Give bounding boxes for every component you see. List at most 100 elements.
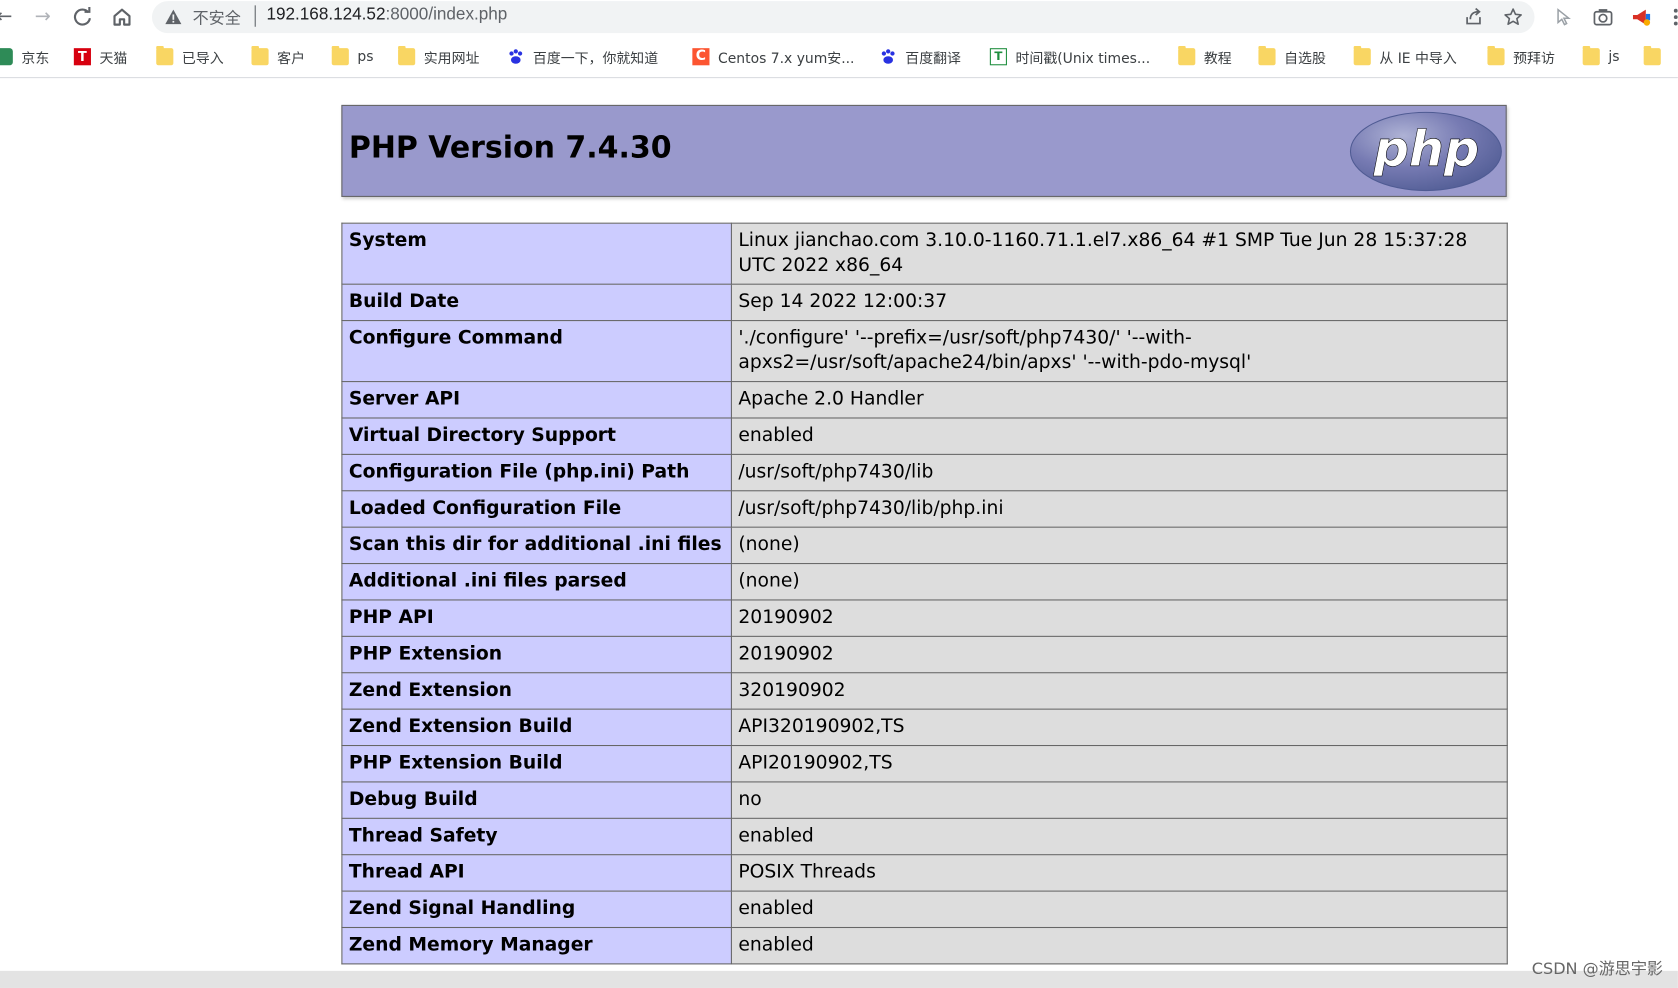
timestamp-icon: T	[989, 48, 1007, 66]
bookmark-folder-tutorials[interactable]: 教程	[1178, 46, 1232, 67]
megaphone-icon[interactable]	[1631, 6, 1652, 27]
info-table-row: Zend Memory Manager enabled	[341, 926, 1508, 965]
baidu-paw-icon	[880, 48, 897, 65]
folder-icon	[1487, 46, 1505, 66]
back-icon[interactable]: ←	[0, 3, 19, 31]
bookmark-label: 实用网址	[423, 50, 480, 67]
bookmark-centos-yum[interactable]: C Centos 7.x yum安...	[692, 46, 854, 67]
info-key-cell: Debug Build	[341, 781, 732, 819]
info-value-cell: /usr/soft/php7430/lib	[730, 453, 1508, 492]
camera-icon[interactable]	[1592, 6, 1613, 27]
folder-icon	[1582, 46, 1600, 66]
info-table-row: PHP API 20190902	[341, 599, 1508, 637]
bookmark-baidu-translate[interactable]: 百度翻译	[880, 46, 961, 67]
info-key-cell: Zend Memory Manager	[341, 926, 732, 965]
info-key-cell: Zend Extension	[341, 672, 732, 710]
csdn-watermark: CSDN @游思宇影	[1531, 959, 1663, 979]
info-value-cell: 320190902	[730, 672, 1508, 710]
info-value-cell: API20190902,TS	[730, 744, 1508, 783]
browser-toolbar: ← → 不安全 192.168.124.52:8000/index.php	[0, 0, 1678, 37]
bookmark-label: 时间戳(Unix times...	[1015, 50, 1151, 67]
omnibox-separator	[254, 5, 256, 27]
forward-icon[interactable]: →	[28, 3, 58, 31]
info-key-cell: Scan this dir for additional .ini files	[341, 526, 732, 565]
info-value-cell: Apache 2.0 Handler	[730, 381, 1508, 419]
bookmark-label: 从 IE 中导入	[1379, 50, 1457, 67]
csdn-c-icon: C	[692, 48, 710, 66]
bookmark-folder-from-ie[interactable]: 从 IE 中导入	[1353, 46, 1457, 67]
url-host: 192.168.124.52	[266, 5, 386, 24]
info-value-cell: no	[730, 781, 1508, 819]
info-value-cell: enabled	[730, 890, 1508, 929]
bookmark-folder-imported[interactable]: 已导入	[156, 46, 224, 67]
jd-icon	[0, 48, 13, 66]
info-value-cell: (none)	[730, 563, 1508, 601]
home-icon[interactable]	[107, 3, 137, 31]
insecure-label[interactable]: 不安全	[193, 6, 241, 28]
bookmark-tmall[interactable]: T 天猫	[73, 46, 128, 67]
bookmark-baidu[interactable]: 百度一下，你就知道	[507, 46, 658, 67]
info-table-row: Debug Build no	[341, 781, 1508, 819]
bookmark-label: 教程	[1203, 50, 1232, 67]
page-title: PHP Version 7.4.30	[348, 129, 672, 165]
bookmark-label: 预拜访	[1513, 50, 1555, 67]
info-value-cell: './configure' '--prefix=/usr/soft/php743…	[730, 320, 1508, 383]
info-key-cell: Zend Extension Build	[341, 708, 732, 747]
info-key-cell: PHP Extension	[341, 635, 732, 674]
bookmark-jd[interactable]: 京东	[0, 46, 49, 67]
info-value-cell: enabled	[730, 926, 1508, 965]
bookmark-folder-overflow[interactable]	[1643, 46, 1670, 67]
info-key-cell: Server API	[341, 381, 732, 419]
folder-icon	[156, 46, 174, 66]
warning-icon[interactable]	[165, 9, 182, 26]
browser-window: ← → 不安全 192.168.124.52:8000/index.php	[0, 0, 1678, 988]
info-key-cell: Zend Signal Handling	[341, 890, 732, 929]
bookmark-folder-clients[interactable]: 客户	[251, 46, 305, 67]
folder-icon	[1178, 46, 1196, 66]
info-key-cell: Build Date	[341, 283, 732, 322]
info-table-row: Build Date Sep 14 2022 12:00:37	[341, 283, 1508, 322]
php-logo[interactable]: php	[1349, 111, 1502, 192]
php-logo-text: php	[1373, 120, 1480, 178]
info-table-row: Loaded Configuration File/usr/soft/php74…	[341, 490, 1508, 528]
bookmark-folder-js[interactable]: js	[1582, 46, 1619, 67]
info-value-cell: API320190902,TS	[730, 708, 1508, 747]
info-table-row: Zend Extension 320190902	[341, 672, 1508, 710]
folder-icon	[1258, 46, 1276, 66]
folder-icon	[398, 46, 416, 66]
info-table-row: Configure Command './configure' '--prefix…	[341, 320, 1508, 383]
bookmark-unix-timestamp[interactable]: T 时间戳(Unix times...	[989, 46, 1151, 67]
browser-menu-icon[interactable]	[1665, 6, 1678, 27]
folder-icon	[331, 46, 349, 66]
extension-cursor-icon[interactable]	[1554, 6, 1575, 27]
info-value-cell: 20190902	[730, 599, 1508, 637]
info-value-cell: 20190902	[730, 635, 1508, 674]
folder-icon	[1353, 46, 1371, 66]
bookmark-folder-stocks[interactable]: 自选股	[1258, 46, 1326, 67]
bookmark-label: 京东	[21, 50, 50, 67]
info-key-cell: Loaded Configuration File	[341, 490, 732, 528]
info-key-cell: Configuration File (php.ini) Path	[341, 453, 732, 492]
info-key-cell: Thread API	[341, 854, 732, 892]
reload-icon[interactable]	[67, 3, 97, 31]
url-path: :8000/index.php	[385, 5, 508, 24]
bookmark-folder-pre-visit[interactable]: 预拜访	[1487, 46, 1555, 67]
bookmark-label: 百度翻译	[905, 50, 961, 67]
info-value-cell: enabled	[730, 817, 1508, 856]
info-key-cell: PHP Extension Build	[341, 744, 732, 783]
bookmark-star-icon[interactable]	[1503, 7, 1522, 26]
info-key-cell: Additional .ini files parsed	[341, 563, 732, 601]
info-value-cell: enabled	[730, 417, 1508, 455]
php-info-table: System Linux jianchao.com 3.10.0-1160.71.…	[341, 222, 1508, 965]
bookmark-label: 天猫	[99, 50, 128, 67]
info-value-cell: (none)	[730, 526, 1508, 565]
share-icon[interactable]	[1464, 7, 1483, 26]
info-table-row: Thread API POSIX Threads	[341, 854, 1508, 892]
bookmark-folder-useful-sites[interactable]: 实用网址	[398, 46, 479, 67]
url-text[interactable]: 192.168.124.52:8000/index.php	[266, 5, 507, 24]
bookmark-folder-ps[interactable]: ps	[331, 46, 373, 67]
address-bar[interactable]: 不安全 192.168.124.52:8000/index.php	[151, 1, 1535, 34]
info-key-cell: System	[341, 222, 732, 285]
bookmarks-bar: 京东 T 天猫 已导入 客户 ps 实用网址 百度一下，你就知道 C Cento…	[0, 38, 1678, 79]
info-value-cell: Sep 14 2022 12:00:37	[730, 283, 1508, 322]
